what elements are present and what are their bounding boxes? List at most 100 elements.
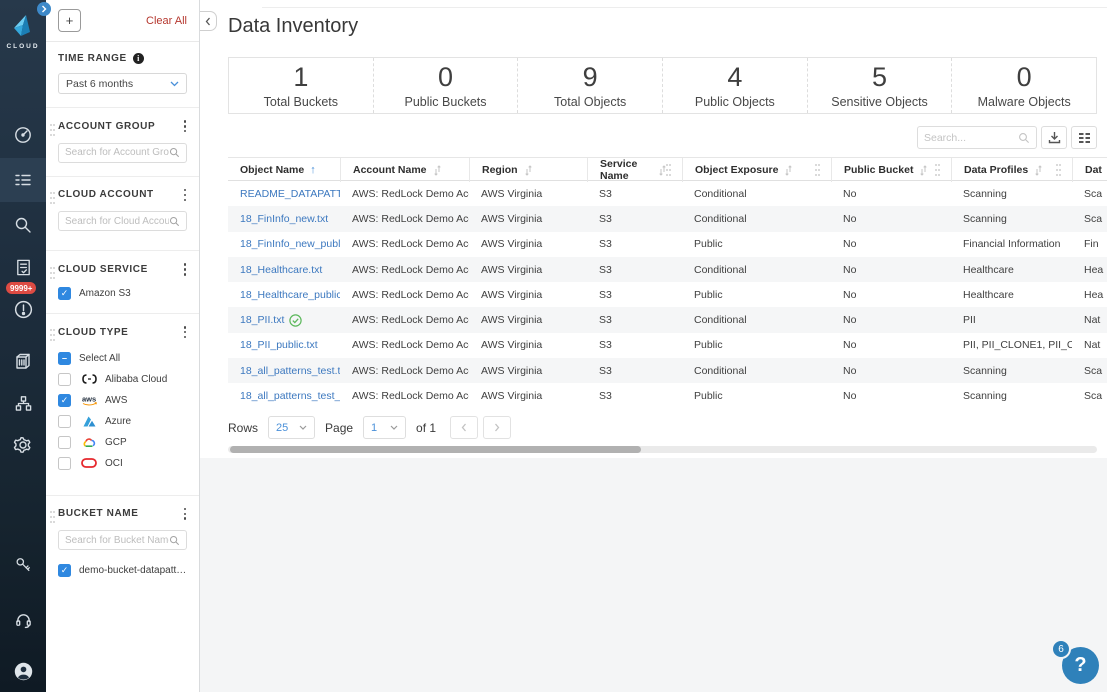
sidebar-expand-button[interactable]	[37, 2, 51, 16]
drag-handle-icon[interactable]	[49, 122, 55, 137]
gcp-checkbox[interactable]	[58, 435, 71, 449]
table-cell: AWS Virginia	[481, 288, 543, 301]
oci-checkbox[interactable]	[58, 456, 71, 470]
amazon-s3-label: Amazon S3	[79, 287, 131, 299]
object-name-link[interactable]: 18_Healthcare_public.txt	[240, 289, 340, 301]
table-search-input[interactable]	[924, 131, 1018, 144]
table-cell: Public	[694, 390, 723, 403]
object-name-link[interactable]: README_DATAPATTER...	[240, 188, 340, 200]
sidebar-item-inventory-active[interactable]	[0, 158, 46, 202]
column-settings-button[interactable]	[1071, 126, 1097, 149]
stat-sensitive-objects: 5 Sensitive Objects	[808, 58, 953, 113]
column-label: Account Name	[353, 164, 427, 176]
aws-checkbox[interactable]	[58, 393, 71, 407]
amazon-s3-checkbox[interactable]	[58, 286, 71, 300]
cloud-account-search-input[interactable]	[65, 215, 169, 227]
page-select[interactable]: 1	[363, 416, 407, 439]
table-cell: Fin	[1084, 238, 1099, 251]
column-header-data-profiles[interactable]: Data Profiles	[951, 158, 1072, 182]
kebab-menu-icon[interactable]	[183, 507, 188, 522]
alibaba-cloud-checkbox[interactable]	[58, 372, 71, 386]
account-group-section: ACCOUNT GROUP	[46, 108, 199, 177]
object-name-link[interactable]: 18_all_patterns_test_publ...	[240, 390, 340, 402]
next-page-button[interactable]	[483, 416, 512, 439]
rows-per-page-select[interactable]: 25	[268, 416, 316, 439]
previous-page-button[interactable]	[450, 416, 479, 439]
sidebar-item-compliance[interactable]	[0, 248, 46, 286]
summary-stats-card: 1 Total Buckets 0 Public Buckets 9 Total…	[228, 57, 1097, 114]
column-drag-handle-icon[interactable]	[666, 163, 672, 178]
object-name-link[interactable]: 18_FinInfo_new_public.txt	[240, 238, 340, 250]
column-header-region[interactable]: Region	[469, 158, 587, 182]
clear-all-filters-button[interactable]: Clear All	[146, 15, 187, 27]
object-name-link[interactable]: 18_Healthcare.txt	[240, 264, 322, 276]
time-range-select[interactable]: Past 6 months	[58, 73, 187, 94]
table-cell: No	[843, 238, 857, 251]
azure-checkbox[interactable]	[58, 414, 71, 428]
drag-handle-icon[interactable]	[49, 191, 55, 206]
sidebar-item-network[interactable]	[0, 384, 46, 422]
table-cell: Conditional	[694, 314, 747, 327]
sidebar-item-access-keys[interactable]	[0, 546, 46, 584]
sidebar-item-asset-inventory[interactable]	[0, 342, 46, 380]
drag-handle-icon[interactable]	[49, 265, 55, 280]
table-cell: Sca	[1084, 212, 1103, 225]
table-cell: S3	[599, 263, 612, 276]
column-label: Data Profiles	[964, 164, 1029, 176]
object-name-link[interactable]: 18_FinInfo_new.txt	[240, 213, 328, 225]
drag-handle-icon[interactable]	[49, 510, 55, 525]
account-group-search-input[interactable]	[65, 147, 169, 159]
table-cell: AWS: RedLock Demo Acc...	[352, 314, 469, 327]
drag-handle-icon[interactable]	[49, 328, 55, 343]
search-icon	[1019, 132, 1029, 143]
sidebar-item-settings[interactable]	[0, 426, 46, 464]
download-button[interactable]	[1041, 126, 1067, 149]
column-drag-handle-icon[interactable]	[1056, 163, 1062, 178]
sidebar-item-alerts[interactable]: 9999+	[0, 282, 46, 328]
verified-check-icon	[289, 313, 303, 327]
sidebar-item-profile[interactable]	[0, 652, 46, 690]
azure-label: Azure	[105, 415, 132, 427]
settings-gear-icon	[13, 437, 31, 453]
kebab-menu-icon[interactable]	[183, 119, 188, 134]
column-header-object-name[interactable]: Object Name ↑	[228, 158, 340, 182]
filter-panel-collapse-button[interactable]	[200, 11, 217, 31]
column-drag-handle-icon[interactable]	[935, 163, 941, 178]
column-header-object-exposure[interactable]: Object Exposure	[682, 158, 831, 182]
profile-person-icon	[14, 662, 32, 680]
sidebar-item-support[interactable]	[0, 601, 46, 639]
object-name-link[interactable]: 18_all_patterns_test.txt	[240, 365, 340, 377]
investigate-search-icon	[15, 217, 31, 233]
chevron-right-icon	[495, 423, 500, 432]
sidebar-item-dashboard[interactable]	[0, 116, 46, 154]
object-name-link[interactable]: 18_PII_public.txt	[240, 339, 318, 351]
table-cell: AWS: RedLock Demo Acc...	[352, 364, 469, 377]
column-header-dat[interactable]: Dat	[1072, 158, 1107, 182]
alibaba-logo	[79, 374, 99, 384]
prisma-cloud-logo-icon	[13, 15, 30, 36]
horizontal-scrollbar-thumb[interactable]	[230, 446, 641, 453]
bucket-checkbox[interactable]	[58, 564, 71, 578]
select-all-label: Select All	[79, 352, 121, 364]
object-name-link[interactable]: 18_PII.txt	[240, 314, 284, 326]
column-drag-handle-icon[interactable]	[815, 163, 821, 178]
azure-logo	[79, 416, 99, 427]
column-header-service-name[interactable]: Service Name	[587, 158, 682, 182]
sidebar-item-investigate[interactable]	[0, 206, 46, 244]
horizontal-scrollbar-track[interactable]	[228, 446, 1097, 453]
column-header-public-bucket[interactable]: Public Bucket	[831, 158, 951, 182]
kebab-menu-icon[interactable]	[183, 325, 188, 340]
column-header-account-name[interactable]: Account Name	[340, 158, 469, 182]
table-cell: Conditional	[694, 187, 747, 200]
add-filter-button[interactable]: +	[58, 9, 81, 32]
chevron-down-icon	[170, 81, 179, 86]
bucket-name-search-input[interactable]	[65, 534, 169, 546]
kebab-menu-icon[interactable]	[183, 188, 188, 203]
select-all-checkbox[interactable]	[58, 351, 71, 365]
table-cell: No	[843, 364, 857, 377]
kebab-menu-icon[interactable]	[183, 262, 188, 277]
table-cell: Public	[694, 339, 723, 352]
table-cell: Nat	[1084, 314, 1101, 327]
table-row: 18_PII_public.txt AWS: RedLock Demo Acc..…	[228, 333, 1107, 358]
table-cell: AWS Virginia	[481, 187, 543, 200]
